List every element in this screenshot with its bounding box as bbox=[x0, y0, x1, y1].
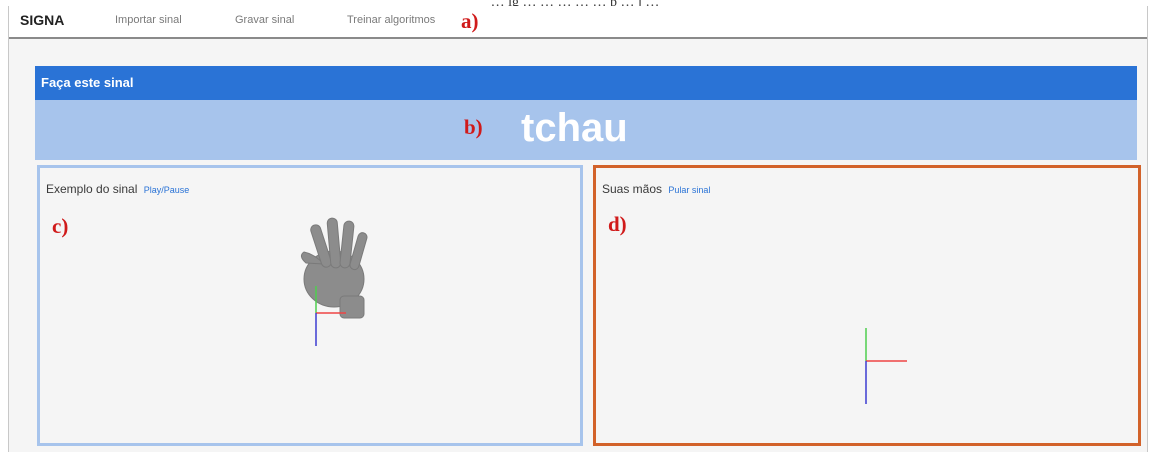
hand-model-icon bbox=[300, 217, 368, 319]
instruction-label: Faça este sinal bbox=[41, 75, 134, 90]
sign-banner: b) tchau bbox=[35, 100, 1137, 160]
annotation-b: b) bbox=[464, 115, 483, 139]
instruction-bar: Faça este sinal bbox=[35, 66, 1137, 100]
annotation-a: a) bbox=[461, 9, 479, 33]
user-hands-panel: Suas mãos Pular sinal d) bbox=[593, 165, 1141, 446]
example-3d-viewport[interactable] bbox=[40, 168, 580, 443]
nav-record-sign[interactable]: Gravar sinal bbox=[235, 14, 294, 26]
user-3d-viewport[interactable] bbox=[596, 168, 1138, 443]
nav-train-algorithms[interactable]: Treinar algoritmos bbox=[347, 14, 435, 26]
example-sign-panel: Exemplo do sinal Play/Pause c) bbox=[37, 165, 583, 446]
sign-word: tchau bbox=[521, 106, 628, 150]
navbar: SIGNA Importar sinal Gravar sinal Treina… bbox=[9, 6, 1147, 39]
app-window: SIGNA Importar sinal Gravar sinal Treina… bbox=[8, 6, 1148, 452]
user-axis-gizmo bbox=[865, 328, 907, 404]
brand-logo[interactable]: SIGNA bbox=[20, 12, 64, 28]
nav-import-sign[interactable]: Importar sinal bbox=[115, 14, 182, 26]
